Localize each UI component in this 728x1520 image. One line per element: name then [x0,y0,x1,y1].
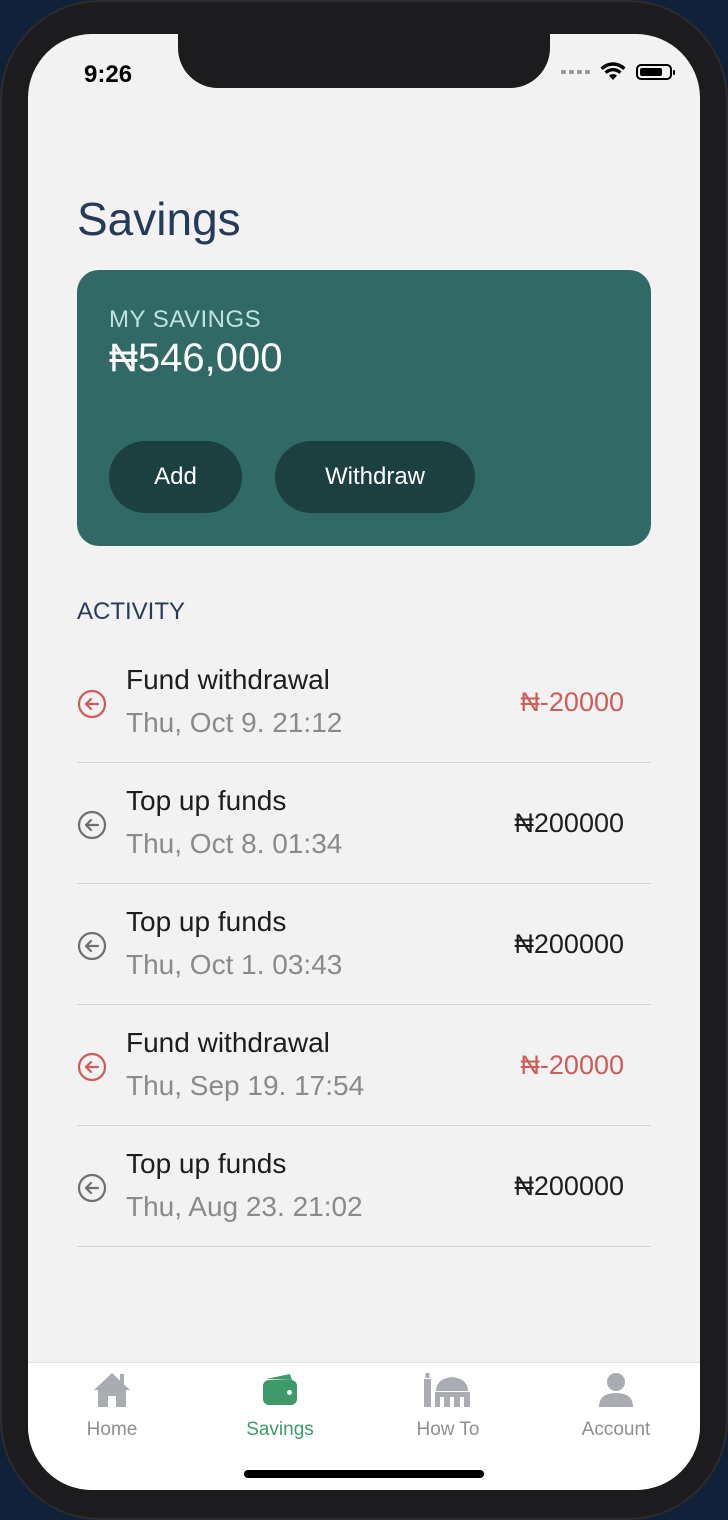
tab-home-label: Home [86,1419,138,1440]
tab-account[interactable]: Account [532,1363,700,1490]
savings-amount: ₦546,000 [109,336,283,380]
activity-list: Fund withdrawal Thu, Oct 9. 21:12 ₦-2000… [77,642,651,1247]
tab-how-to-label: How To [416,1419,480,1440]
status-icons [561,62,675,82]
activity-amount: ₦200000 [514,929,624,959]
activity-row[interactable]: Fund withdrawal Thu, Oct 9. 21:12 ₦-2000… [77,642,651,763]
activity-title: Top up funds [126,785,287,816]
activity-title: Top up funds [126,906,287,937]
activity-row[interactable]: Top up funds Thu, Oct 1. 03:43 ₦200000 [77,884,651,1005]
activity-amount: ₦200000 [514,1171,624,1201]
mosque-icon [424,1373,470,1407]
status-time: 9:26 [84,61,133,88]
activity-amount: ₦-20000 [520,687,624,717]
savings-card: MY SAVINGS ₦546,000 Add Withdraw [77,270,651,546]
activity-date: Thu, Sep 19. 17:54 [126,1070,365,1101]
arrow-left-circle-icon [77,931,107,961]
device-notch [178,34,550,88]
arrow-left-circle-icon [77,810,107,840]
wifi-icon [600,62,626,80]
activity-date: Thu, Oct 1. 03:43 [126,949,343,980]
activity-row[interactable]: Top up funds Thu, Oct 8. 01:34 ₦200000 [77,763,651,884]
activity-title: Fund withdrawal [126,664,330,695]
wallet-icon [263,1374,297,1405]
activity-amount: ₦-20000 [520,1050,624,1080]
activity-title: Fund withdrawal [126,1027,330,1058]
add-button[interactable]: Add [109,441,242,513]
arrow-left-circle-icon [77,1173,107,1203]
home-icon [94,1373,130,1407]
signal-icon [561,70,590,74]
battery-icon [636,64,675,80]
activity-row[interactable]: Fund withdrawal Thu, Sep 19. 17:54 ₦-200… [77,1005,651,1126]
home-indicator [244,1470,484,1478]
savings-label: MY SAVINGS [109,306,262,333]
activity-section-label: ACTIVITY [77,598,186,625]
arrow-left-circle-icon [77,1052,107,1082]
activity-date: Thu, Oct 8. 01:34 [126,828,343,859]
activity-amount: ₦200000 [514,808,624,838]
arrow-left-circle-icon [77,689,107,719]
page-title: Savings [77,193,241,245]
person-icon [599,1373,633,1407]
activity-row[interactable]: Top up funds Thu, Aug 23. 21:02 ₦200000 [77,1126,651,1247]
tab-savings-label: Savings [246,1419,314,1440]
activity-date: Thu, Aug 23. 21:02 [126,1191,363,1222]
activity-date: Thu, Oct 9. 21:12 [126,707,343,738]
activity-title: Top up funds [126,1148,287,1179]
app-screen: 9:26 Savings MY SAVINGS ₦546,000 Add Wit… [28,34,700,1490]
tab-home[interactable]: Home [28,1363,196,1490]
tab-account-label: Account [581,1419,651,1440]
withdraw-button[interactable]: Withdraw [275,441,475,513]
